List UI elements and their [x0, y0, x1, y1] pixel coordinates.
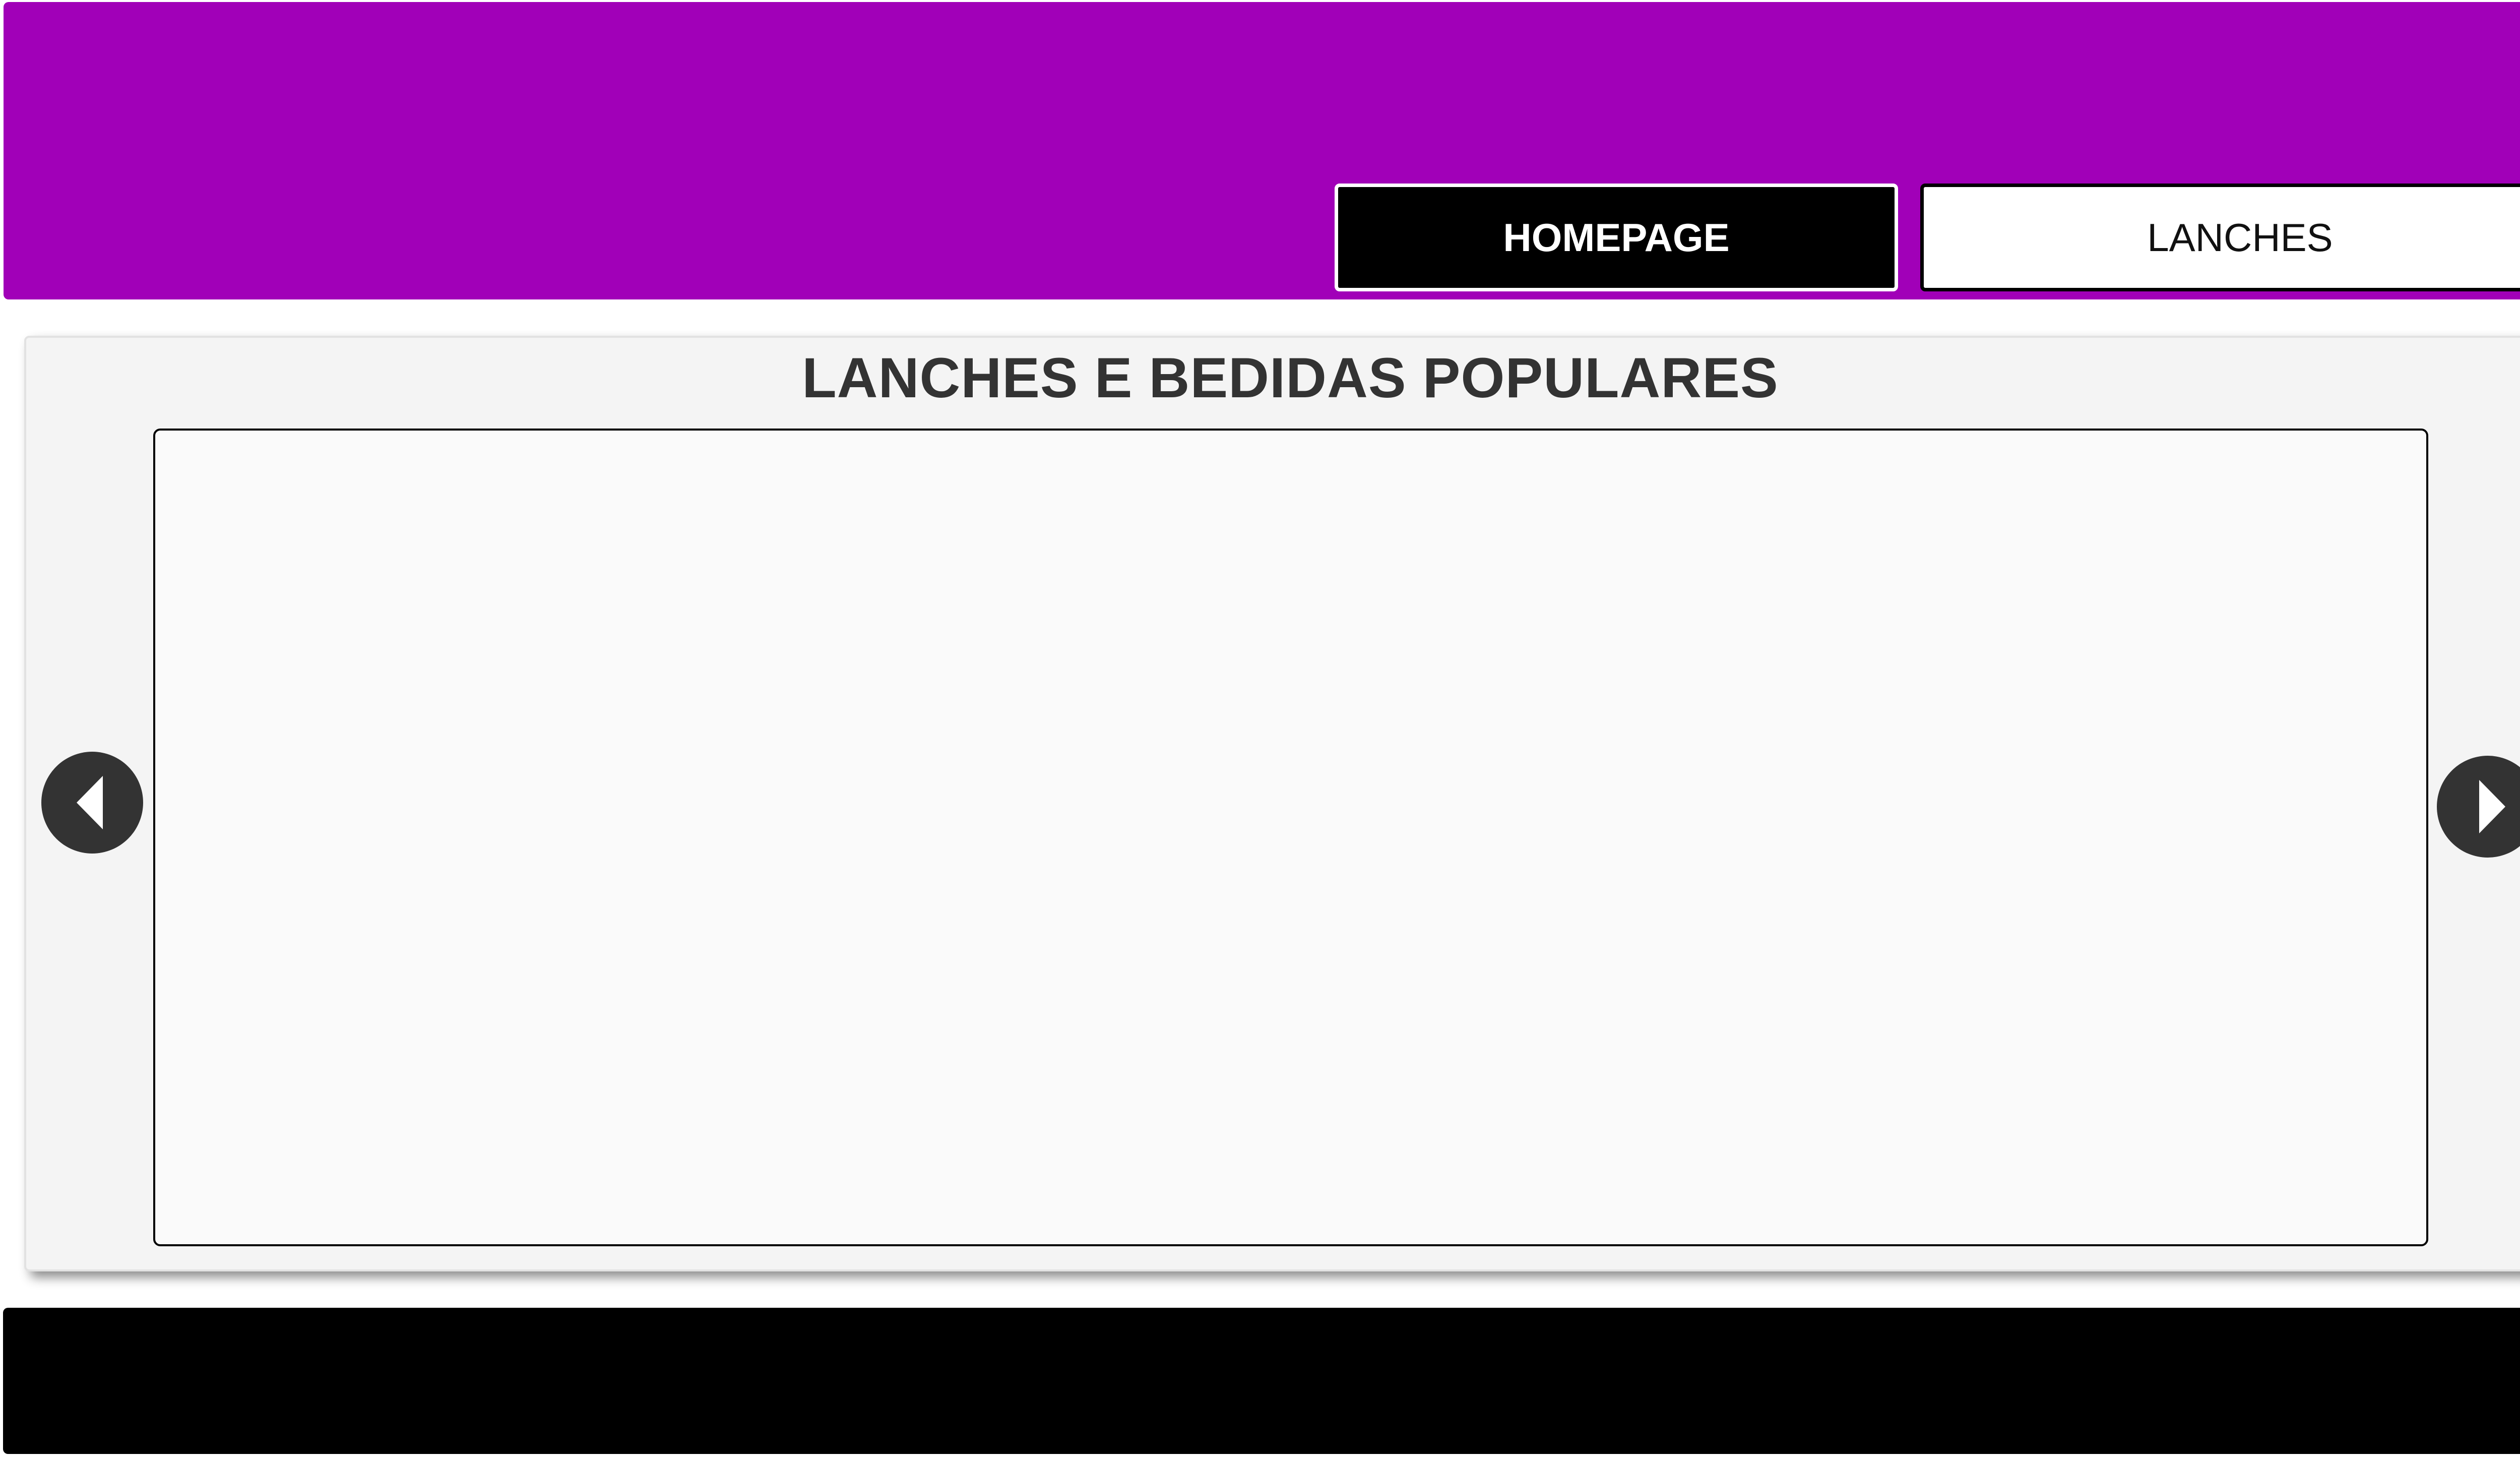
chevron-left-icon [77, 776, 103, 829]
nav-homepage-button[interactable]: HOMEPAGE [1335, 184, 1898, 291]
nav-lanches-label: LANCHES [2147, 215, 2333, 260]
nav-lanches-button[interactable]: LANCHES [1920, 184, 2520, 291]
carousel-next-button[interactable] [2437, 756, 2520, 858]
section-title: LANCHES E BEDIDAS POPULARES [802, 346, 1779, 409]
nav-homepage-label: HOMEPAGE [1503, 215, 1730, 260]
site-header: HOMEPAGE LANCHES [4, 2, 2520, 299]
carousel-viewport [153, 429, 2428, 1246]
carousel-prev-button[interactable] [41, 752, 143, 854]
site-footer [3, 1308, 2520, 1454]
chevron-right-icon [2479, 780, 2505, 833]
